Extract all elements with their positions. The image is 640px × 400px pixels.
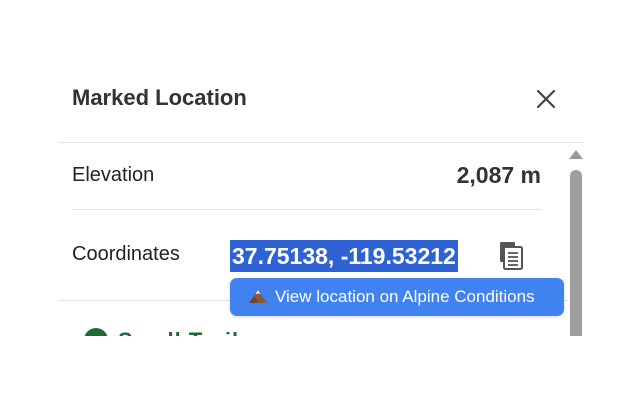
partial-row-text: Small Trail xyxy=(118,328,239,336)
divider xyxy=(72,209,542,210)
coordinates-label: Coordinates xyxy=(72,243,180,265)
tooltip-text: View location on Alpine Conditions xyxy=(275,287,535,306)
close-button[interactable] xyxy=(531,84,561,114)
mountain-icon xyxy=(249,290,267,303)
elevation-value: 2,087 m xyxy=(456,162,541,188)
partial-row[interactable]: Small Trail xyxy=(58,320,568,336)
panel-scrollbar[interactable] xyxy=(567,146,585,336)
elevation-label: Elevation xyxy=(72,164,155,186)
copy-icon xyxy=(500,242,523,270)
panel-title: Marked Location xyxy=(72,85,247,110)
view-on-alpine-conditions-link[interactable]: View location on Alpine Conditions xyxy=(230,278,564,316)
coordinates-value[interactable]: 37.75138, -119.53212 xyxy=(230,240,458,272)
close-icon xyxy=(536,89,556,109)
trail-icon xyxy=(84,328,108,336)
scroll-up-arrow-icon[interactable] xyxy=(569,150,583,159)
panel-header: Marked Location xyxy=(58,64,584,143)
scroll-thumb[interactable] xyxy=(570,170,582,336)
copy-button[interactable] xyxy=(498,241,526,271)
